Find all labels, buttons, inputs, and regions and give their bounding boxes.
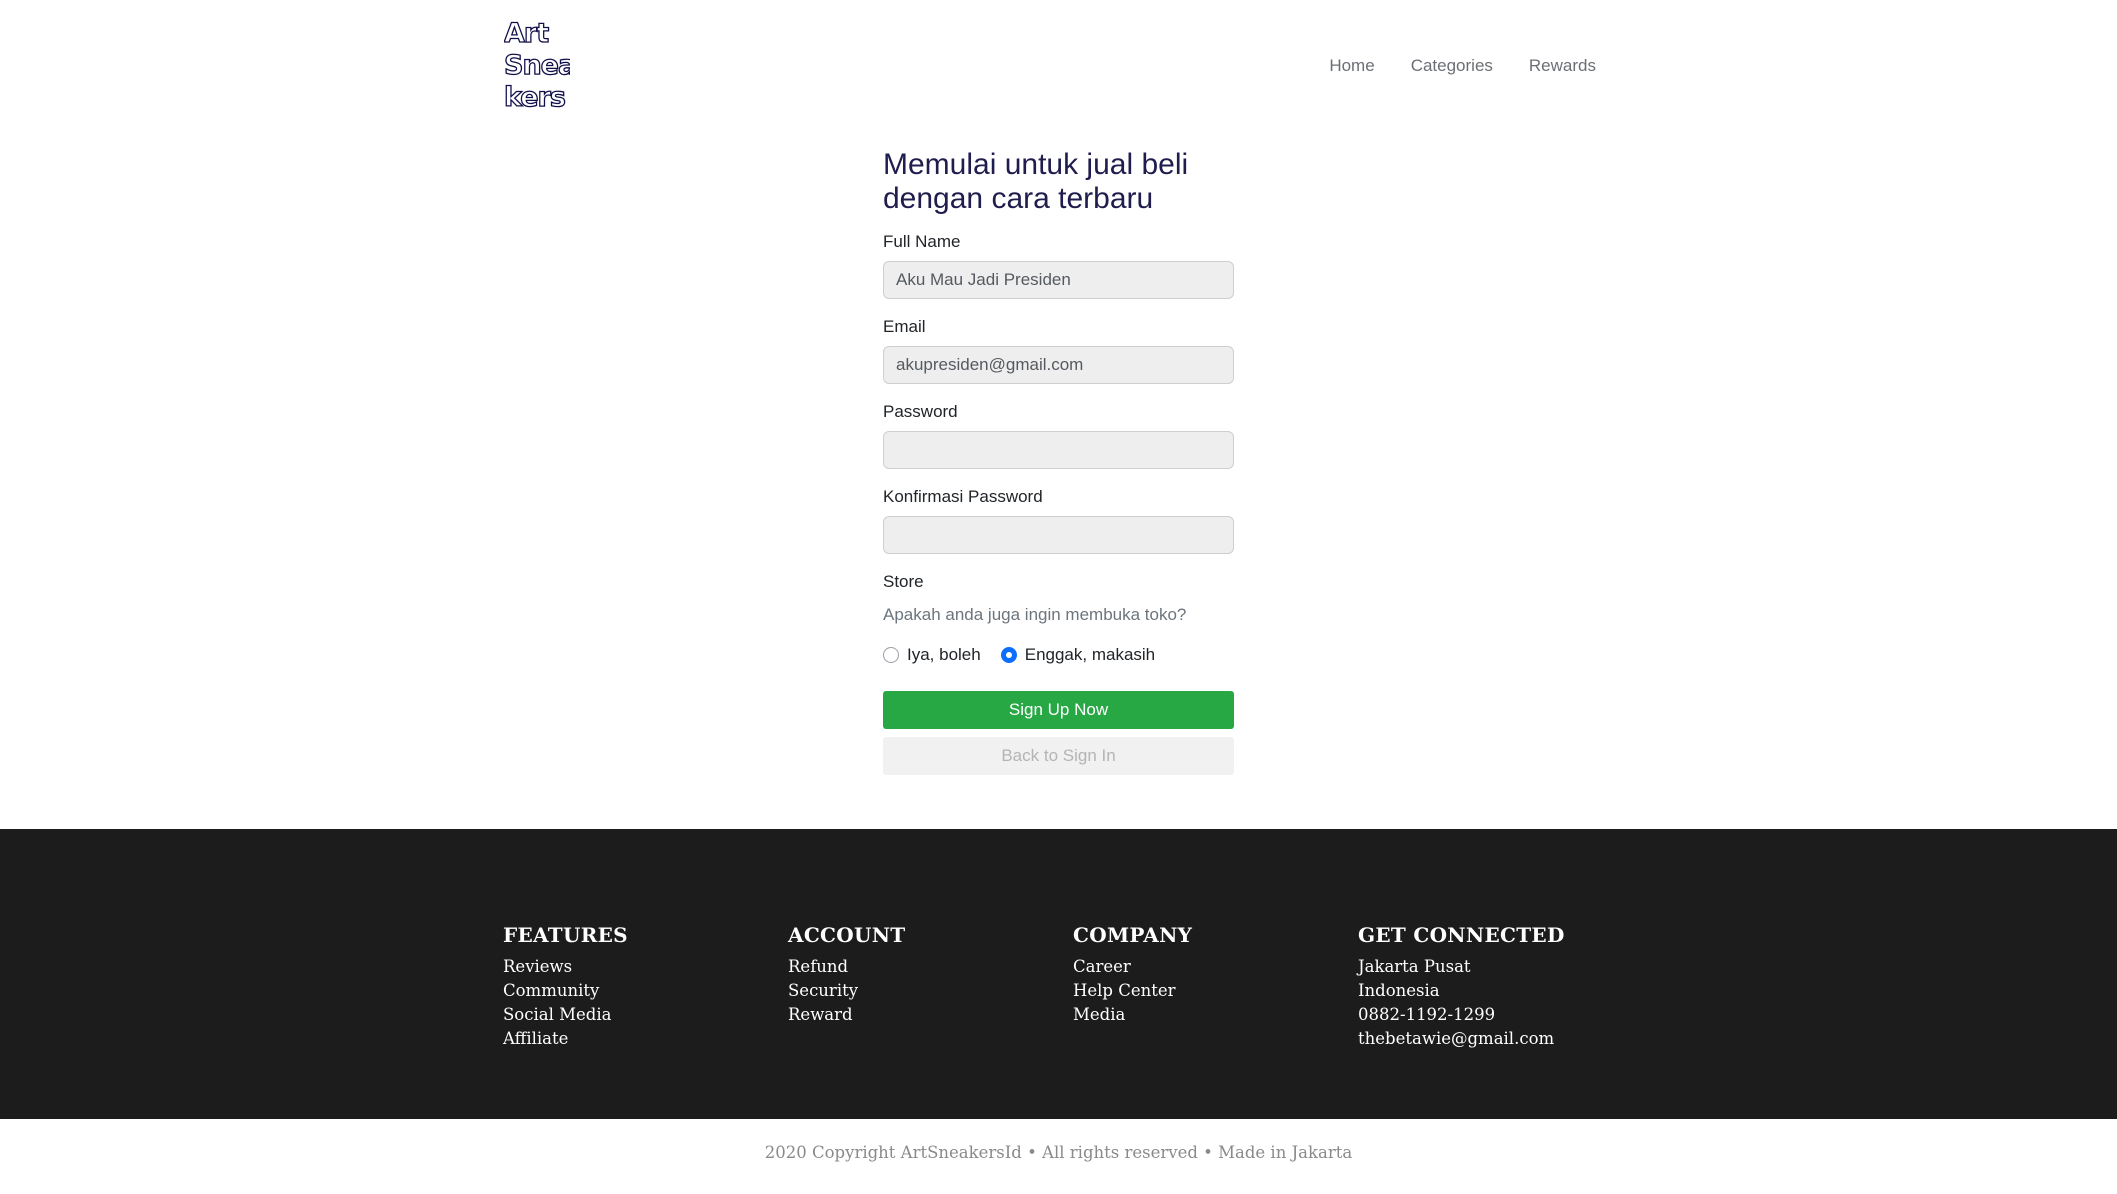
footer-features-title: FEATURES — [503, 923, 628, 947]
full-name-group: Full Name — [883, 232, 1234, 299]
store-option-no[interactable]: Enggak, makasih — [1000, 645, 1156, 665]
footer-link-community[interactable]: Community — [503, 979, 628, 1003]
full-name-label: Full Name — [883, 232, 961, 251]
back-to-sign-in-button[interactable]: Back to Sign In — [883, 737, 1234, 775]
confirm-password-input[interactable] — [883, 516, 1234, 554]
confirm-password-label: Konfirmasi Password — [883, 487, 1043, 506]
form-title: Memulai untuk jual beli dengan cara terb… — [883, 148, 1189, 215]
site-logo[interactable]: Art Snea kers — [504, 18, 574, 114]
footer-city: Jakarta Pusat — [1358, 957, 1471, 976]
copyright-text: 2020 Copyright ArtSneakersId • All right… — [764, 1143, 1353, 1162]
password-input[interactable] — [883, 431, 1234, 469]
sign-up-button[interactable]: Sign Up Now — [883, 691, 1234, 729]
footer-link-refund[interactable]: Refund — [788, 955, 905, 979]
footer-link-reviews[interactable]: Reviews — [503, 955, 628, 979]
footer-account: ACCOUNT Refund Security Reward — [788, 923, 905, 1027]
nav-rewards[interactable]: Rewards — [1529, 56, 1596, 76]
store-option-yes[interactable]: Iya, boleh — [883, 645, 981, 665]
logo-line-2: Snea — [504, 50, 570, 82]
site-header: Art Snea kers Home Categories Rewards — [0, 0, 2117, 140]
site-footer: FEATURES Reviews Community Social Media … — [0, 829, 2117, 1119]
nav-categories[interactable]: Categories — [1411, 56, 1493, 76]
email-input[interactable] — [883, 346, 1234, 384]
radio-yes[interactable] — [883, 647, 899, 663]
footer-company: COMPANY Career Help Center Media — [1073, 923, 1192, 1027]
nav-home[interactable]: Home — [1329, 56, 1374, 76]
footer-link-career[interactable]: Career — [1073, 955, 1192, 979]
confirm-password-group: Konfirmasi Password — [883, 487, 1234, 554]
footer-link-security[interactable]: Security — [788, 979, 905, 1003]
footer-get-connected-title: GET CONNECTED — [1358, 923, 1565, 947]
full-name-input[interactable] — [883, 261, 1234, 299]
radio-yes-label: Iya, boleh — [907, 645, 981, 664]
store-radio-group: Iya, boleh Enggak, makasih — [883, 645, 1234, 665]
store-question: Apakah anda juga ingin membuka toko? — [883, 605, 1187, 624]
footer-phone[interactable]: 0882-1192-1299 — [1358, 1003, 1565, 1027]
signup-form: Memulai untuk jual beli dengan cara terb… — [883, 148, 1234, 775]
footer-country: Indonesia — [1358, 981, 1440, 1000]
logo-line-1: Art — [504, 18, 550, 50]
main-nav: Home Categories Rewards — [1329, 56, 1596, 76]
footer-features: FEATURES Reviews Community Social Media … — [503, 923, 628, 1051]
email-group: Email — [883, 317, 1234, 384]
store-label: Store — [883, 572, 924, 591]
email-label: Email — [883, 317, 926, 336]
password-group: Password — [883, 402, 1234, 469]
footer-link-reward[interactable]: Reward — [788, 1003, 905, 1027]
radio-no-label: Enggak, makasih — [1024, 645, 1156, 664]
footer-link-affiliate[interactable]: Affiliate — [503, 1027, 628, 1051]
footer-link-social-media[interactable]: Social Media — [503, 1003, 628, 1027]
footer-account-title: ACCOUNT — [788, 923, 906, 947]
radio-no[interactable] — [1000, 647, 1017, 663]
footer-link-media[interactable]: Media — [1073, 1003, 1192, 1027]
footer-company-title: COMPANY — [1073, 923, 1193, 947]
footer-link-help-center[interactable]: Help Center — [1073, 979, 1192, 1003]
footer-get-connected: GET CONNECTED Jakarta Pusat Indonesia 08… — [1358, 923, 1565, 1051]
password-label: Password — [883, 402, 958, 421]
logo-line-3: kers — [504, 82, 567, 114]
footer-email[interactable]: thebetawie@gmail.com — [1358, 1027, 1565, 1051]
